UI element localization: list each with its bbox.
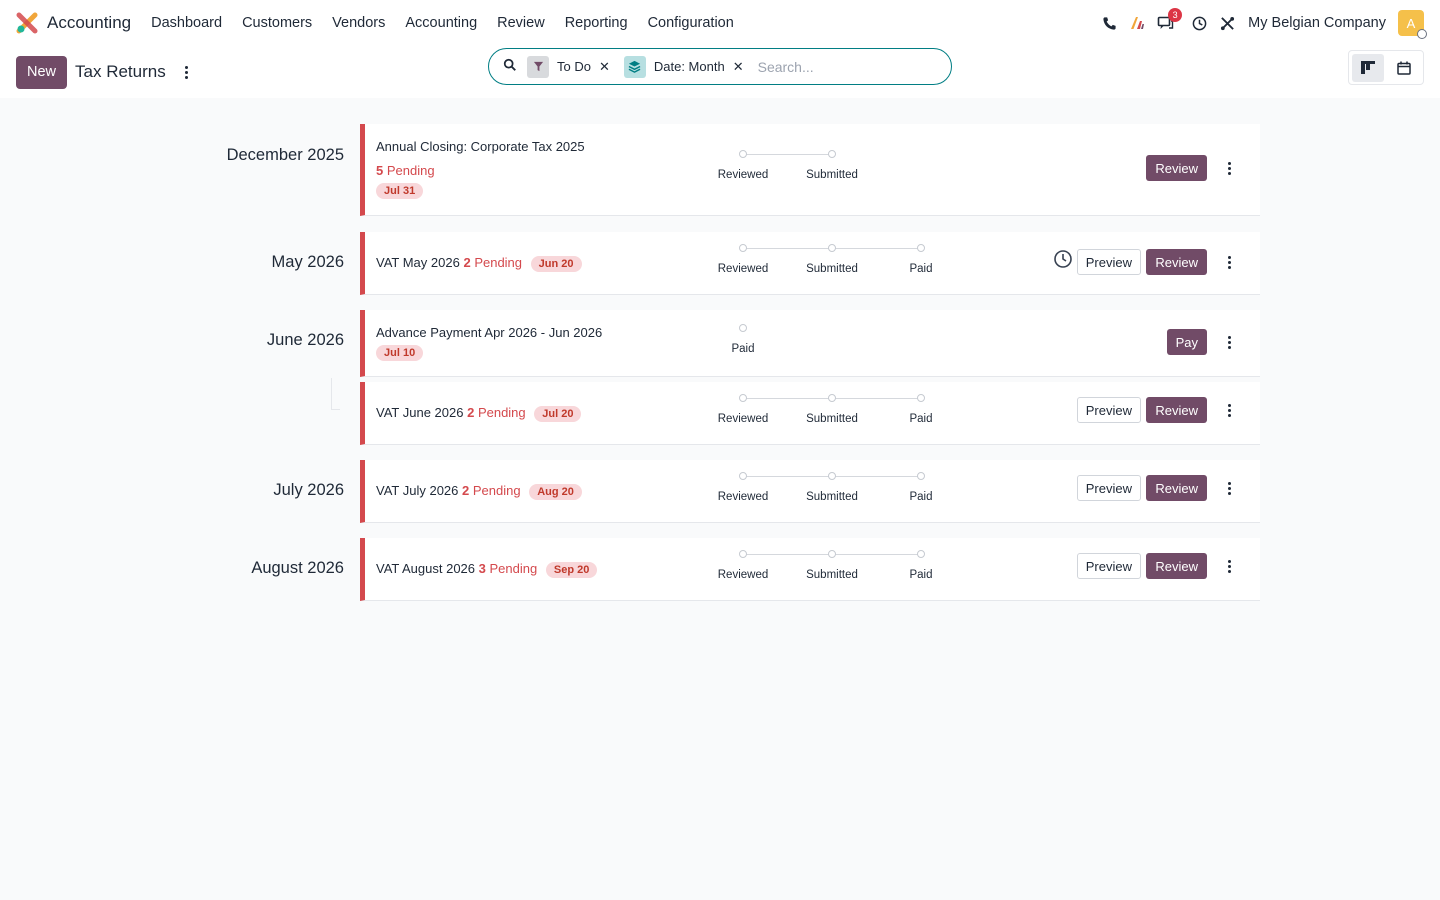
search-input[interactable] xyxy=(757,58,918,75)
preview-button[interactable]: Preview xyxy=(1076,475,1141,501)
card-menu-icon[interactable] xyxy=(1226,162,1232,175)
facet-label: To Do xyxy=(557,59,591,74)
return-name: VAT May 2026 xyxy=(376,255,460,270)
activity-clock-icon[interactable] xyxy=(1186,10,1212,36)
presence-status-icon xyxy=(1417,29,1427,39)
return-name: Advance Payment Apr 2026 - Jun 2026 xyxy=(376,325,603,340)
user-avatar[interactable]: A xyxy=(1398,10,1427,39)
review-button[interactable]: Review xyxy=(1146,553,1207,579)
tax-returns-timeline: December 2025 May 2026 June 2026 July 20… xyxy=(0,98,1440,900)
facet-label: Date: Month xyxy=(653,59,725,74)
view-switcher xyxy=(1348,50,1424,85)
menu-review[interactable]: Review xyxy=(497,15,545,31)
tax-return-card[interactable]: Annual Closing: Corporate Tax 2025 5 Pen… xyxy=(360,124,1260,216)
return-title-line: VAT May 2026 2 Pending Jun 20 xyxy=(376,255,582,272)
avatar-letter: A xyxy=(1406,15,1416,31)
menu-dashboard[interactable]: Dashboard xyxy=(151,15,222,31)
deadline-badge: Aug 20 xyxy=(529,484,582,500)
deadline-wrap: Jul 10 xyxy=(376,344,424,361)
reminder-clock-icon[interactable] xyxy=(1053,249,1073,269)
deadline-badge: Jul 31 xyxy=(376,183,424,199)
card-menu-icon[interactable] xyxy=(1226,482,1232,495)
page-title: Tax Returns xyxy=(75,62,166,81)
search-bar[interactable]: To Do ✕ Date: Month ✕ xyxy=(488,48,952,85)
pending-count: 2 Pending xyxy=(467,405,526,420)
return-name: Annual Closing: Corporate Tax 2025 xyxy=(376,139,585,154)
preview-button[interactable]: Preview xyxy=(1076,249,1141,275)
month-label: May 2026 xyxy=(271,253,344,271)
deadline-badge: Jul 10 xyxy=(376,345,424,361)
control-panel: New Tax Returns To Do ✕ Date: Month ✕ xyxy=(0,46,1440,98)
return-title-line: VAT July 2026 2 Pending Aug 20 xyxy=(376,483,582,500)
timeline-connector xyxy=(331,378,340,410)
remove-facet-icon[interactable]: ✕ xyxy=(599,59,610,75)
tools-icon[interactable] xyxy=(1214,10,1240,36)
deadline-wrap: Jul 31 xyxy=(376,182,424,199)
deadline-badge: Jul 20 xyxy=(534,406,582,422)
return-title-line: VAT August 2026 3 Pending Sep 20 xyxy=(376,561,598,578)
messages-badge: 3 xyxy=(1168,8,1183,22)
top-navbar: Accounting Dashboard Customers Vendors A… xyxy=(0,0,1440,46)
company-switcher[interactable]: My Belgian Company xyxy=(1248,15,1386,31)
search-facet-filter: To Do ✕ xyxy=(527,55,610,78)
remove-facet-icon[interactable]: ✕ xyxy=(733,59,744,75)
review-button[interactable]: Review xyxy=(1146,397,1207,423)
tax-return-card[interactable]: VAT June 2026 2 Pending Jul 20 Reviewed … xyxy=(360,382,1260,445)
tax-return-card[interactable]: VAT July 2026 2 Pending Aug 20 Reviewed … xyxy=(360,460,1260,523)
tax-return-card[interactable]: VAT August 2026 3 Pending Sep 20 Reviewe… xyxy=(360,538,1260,601)
pending-count: 2 Pending xyxy=(463,255,523,270)
pending-count: 3 Pending xyxy=(478,561,538,576)
month-label: December 2025 xyxy=(226,146,344,164)
pending-count: 2 Pending xyxy=(462,483,521,498)
month-label: August 2026 xyxy=(251,559,344,577)
step-paid: Paid xyxy=(698,324,788,355)
return-name: VAT June 2026 xyxy=(376,405,464,420)
card-menu-icon[interactable] xyxy=(1226,336,1232,349)
pay-button[interactable]: Pay xyxy=(1166,329,1207,355)
return-title-line: VAT June 2026 2 Pending Jul 20 xyxy=(376,405,582,422)
actions-menu-icon[interactable] xyxy=(182,65,192,79)
app-name[interactable]: Accounting xyxy=(47,13,131,33)
phone-icon[interactable] xyxy=(1096,10,1122,36)
preview-button[interactable]: Preview xyxy=(1076,553,1141,579)
messages-icon[interactable]: 3 xyxy=(1152,8,1183,36)
calendar-view-icon[interactable] xyxy=(1388,54,1420,82)
search-facet-groupby: Date: Month ✕ xyxy=(623,55,744,78)
ai-assistant-icon[interactable] xyxy=(1124,10,1150,36)
return-name: VAT August 2026 xyxy=(376,561,476,576)
new-button[interactable]: New xyxy=(16,55,68,89)
kanban-view-icon[interactable] xyxy=(1352,53,1384,82)
card-menu-icon[interactable] xyxy=(1226,560,1232,573)
preview-button[interactable]: Preview xyxy=(1076,397,1141,423)
layers-icon xyxy=(623,55,646,78)
month-label: June 2026 xyxy=(266,331,344,349)
deadline-badge: Sep 20 xyxy=(545,562,598,578)
deadline-badge: Jun 20 xyxy=(530,256,582,272)
card-menu-icon[interactable] xyxy=(1226,404,1232,417)
menu-customers[interactable]: Customers xyxy=(242,15,312,31)
card-menu-icon[interactable] xyxy=(1226,256,1232,269)
review-button[interactable]: Review xyxy=(1146,475,1207,501)
return-name: VAT July 2026 xyxy=(376,483,459,498)
menu-accounting[interactable]: Accounting xyxy=(405,15,477,31)
menu-reporting[interactable]: Reporting xyxy=(565,15,628,31)
menu-vendors[interactable]: Vendors xyxy=(332,15,385,31)
accounting-app-icon[interactable] xyxy=(16,12,38,34)
filter-icon xyxy=(527,55,549,78)
review-button[interactable]: Review xyxy=(1146,249,1207,275)
month-label: July 2026 xyxy=(273,481,344,499)
menu-configuration[interactable]: Configuration xyxy=(648,15,734,31)
tax-return-card[interactable]: VAT May 2026 2 Pending Jun 20 Reviewed S… xyxy=(360,232,1260,295)
search-icon[interactable] xyxy=(503,58,517,75)
tax-return-card[interactable]: Advance Payment Apr 2026 - Jun 2026 Jul … xyxy=(360,310,1260,377)
pending-count: 5 Pending xyxy=(376,163,435,178)
review-button[interactable]: Review xyxy=(1146,155,1207,181)
